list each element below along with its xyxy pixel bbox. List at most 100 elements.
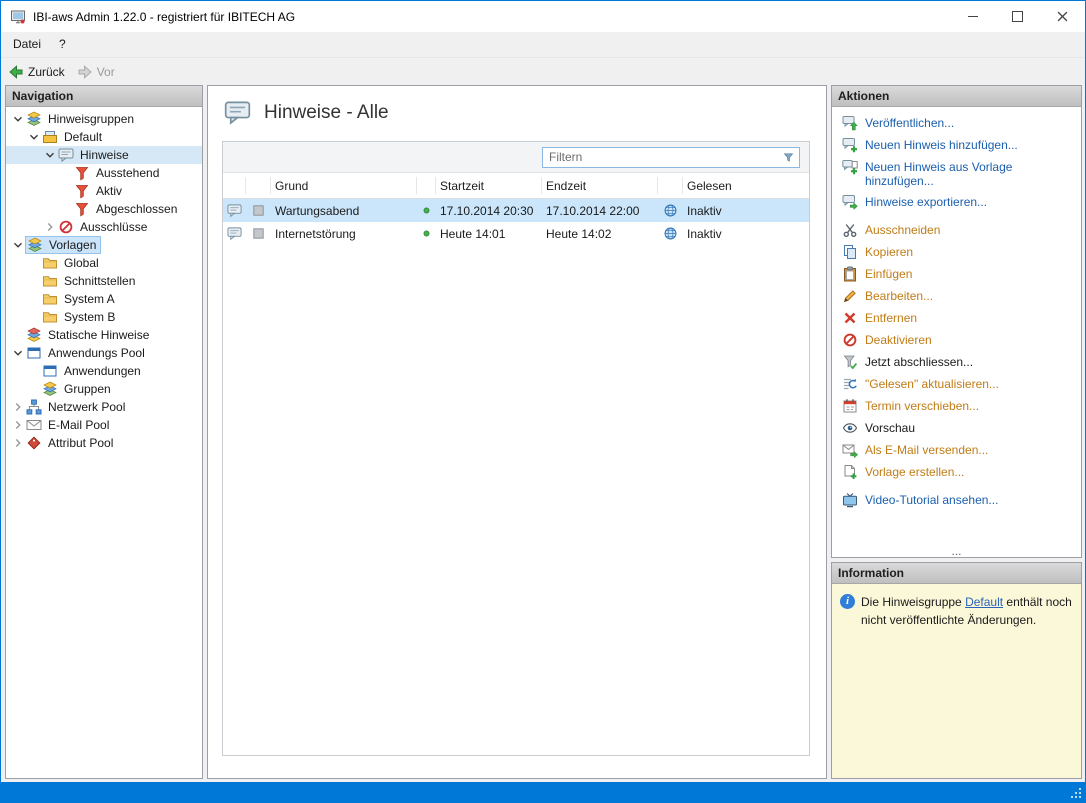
forward-button[interactable]: Vor: [77, 64, 115, 80]
table-row[interactable]: Internetstörung Heute 14:01 Heute 14:02 …: [223, 222, 809, 245]
layers-static-icon: [26, 327, 42, 343]
speech-bubble-icon: [223, 203, 246, 218]
column-header-grund[interactable]: Grund: [271, 177, 417, 194]
tree-item-abgeschlossen[interactable]: Abgeschlossen: [6, 200, 202, 218]
clipboard-icon: [842, 266, 858, 282]
default-group-link[interactable]: Default: [965, 595, 1003, 609]
column-header-startzeit[interactable]: Startzeit: [436, 177, 542, 194]
information-text: Die Hinweisgruppe Default enthält noch n…: [861, 593, 1073, 629]
filter-input[interactable]: [549, 150, 782, 164]
chevron-expanded-icon[interactable]: [10, 345, 26, 361]
minimize-button[interactable]: [950, 1, 995, 32]
action-label: Bearbeiten...: [865, 289, 934, 303]
chevron-expanded-icon[interactable]: [26, 129, 42, 145]
tree-item-aktiv[interactable]: Aktiv: [6, 182, 202, 200]
maximize-button[interactable]: [995, 1, 1040, 32]
column-header-type-icon[interactable]: [223, 177, 246, 194]
action-label: Deaktivieren: [865, 333, 932, 347]
back-button[interactable]: Zurück: [8, 64, 65, 80]
tree-item-vorlagen[interactable]: Vorlagen: [6, 236, 202, 254]
globe-sync-icon: [658, 226, 683, 241]
chevron-collapsed-icon[interactable]: [10, 435, 26, 451]
tree-item-anwendungs-pool[interactable]: Anwendungs Pool: [6, 344, 202, 362]
actions-overflow[interactable]: ...: [832, 545, 1081, 557]
tree-item-label: Netzwerk Pool: [48, 400, 126, 414]
tree-item-system-b[interactable]: System B: [6, 308, 202, 326]
tree-item-system-a[interactable]: System A: [6, 290, 202, 308]
action-als-email-versenden[interactable]: Als E-Mail versenden...: [842, 443, 1075, 458]
action-kopieren[interactable]: Kopieren: [842, 245, 1075, 260]
back-label: Zurück: [28, 64, 65, 79]
chevron-expanded-icon[interactable]: [42, 147, 58, 163]
menu-item-datei[interactable]: Datei: [4, 32, 50, 57]
refresh-icon: [842, 376, 858, 392]
filter-funnel-icon[interactable]: [782, 151, 795, 164]
column-header-endzeit[interactable]: Endzeit: [542, 177, 658, 194]
action-gelesen-aktualisieren[interactable]: "Gelesen" aktualisieren...: [842, 377, 1075, 392]
action-jetzt-abschliessen[interactable]: Jetzt abschliessen...: [842, 355, 1075, 370]
action-entfernen[interactable]: Entfernen: [842, 311, 1075, 326]
action-bearbeiten[interactable]: Bearbeiten...: [842, 289, 1075, 304]
menu-item-help[interactable]: ?: [50, 32, 75, 57]
tree-item-ausstehend[interactable]: Ausstehend: [6, 164, 202, 182]
action-video-tutorial[interactable]: Video-Tutorial ansehen...: [842, 493, 1075, 508]
actions-panel: Aktionen Veröffentlichen... Neuen Hinwei…: [831, 85, 1082, 558]
title-bar: IBI-aws Admin 1.22.0 - registriert für I…: [1, 1, 1085, 32]
tree-item-global[interactable]: Global: [6, 254, 202, 272]
resize-grip[interactable]: [1070, 787, 1082, 799]
action-termin-verschieben[interactable]: Termin verschieben...: [842, 399, 1075, 414]
chevron-collapsed-icon[interactable]: [42, 219, 58, 235]
tree-item-default[interactable]: Default: [6, 128, 202, 146]
tree-item-hinweisgruppen[interactable]: Hinweisgruppen: [6, 110, 202, 128]
tree-item-netzwerk-pool[interactable]: Netzwerk Pool: [6, 398, 202, 416]
tree-item-gruppen[interactable]: Gruppen: [6, 380, 202, 398]
action-vorschau[interactable]: Vorschau: [842, 421, 1075, 436]
column-header-gelesen[interactable]: Gelesen: [683, 177, 809, 194]
navigation-panel: Navigation Hinweisgruppen Default Hinwei…: [5, 85, 203, 779]
tree-item-label: System B: [64, 310, 116, 324]
chevron-collapsed-icon[interactable]: [10, 399, 26, 415]
speech-bubble-icon: [58, 147, 74, 163]
maximize-icon: [1012, 11, 1023, 22]
tree-item-schnittstellen[interactable]: Schnittstellen: [6, 272, 202, 290]
tree-item-ausschluesse[interactable]: Ausschlüsse: [6, 218, 202, 236]
table-header-row: Grund Startzeit Endzeit Gelesen: [223, 173, 809, 199]
action-hinweise-exportieren[interactable]: Hinweise exportieren...: [842, 195, 1075, 210]
column-header-status[interactable]: [417, 177, 436, 194]
action-deaktivieren[interactable]: Deaktivieren: [842, 333, 1075, 348]
funnel-icon: [74, 183, 90, 199]
chevron-expanded-icon[interactable]: [10, 111, 26, 127]
tree-item-label: Anwendungs Pool: [48, 346, 145, 360]
mail-send-icon: [842, 442, 858, 458]
tree-item-hinweise[interactable]: Hinweise: [6, 146, 202, 164]
table-row[interactable]: Wartungsabend 17.10.2014 20:30 17.10.201…: [223, 199, 809, 222]
tree-item-label: Hinweisgruppen: [48, 112, 135, 126]
column-header-gelesen-icon[interactable]: [658, 177, 683, 194]
close-button[interactable]: [1040, 1, 1085, 32]
tree-item-label: Global: [64, 256, 99, 270]
chevron-collapsed-icon[interactable]: [10, 417, 26, 433]
action-veroeffentlichen[interactable]: Veröffentlichen...: [842, 116, 1075, 131]
tree-item-email-pool[interactable]: E-Mail Pool: [6, 416, 202, 434]
action-neuer-hinweis[interactable]: Neuen Hinweis hinzufügen...: [842, 138, 1075, 153]
funnel-icon: [74, 165, 90, 181]
action-hinweis-aus-vorlage[interactable]: Neuen Hinweis aus Vorlage hinzufügen...: [842, 160, 1075, 188]
color-square-icon: [246, 226, 271, 241]
app-window-icon: [26, 345, 42, 361]
menu-bar: Datei ?: [1, 32, 1085, 57]
chevron-expanded-icon[interactable]: [10, 237, 26, 253]
tree-item-anwendungen[interactable]: Anwendungen: [6, 362, 202, 380]
finish-funnel-icon: [842, 354, 858, 370]
action-ausschneiden[interactable]: Ausschneiden: [842, 223, 1075, 238]
tree-item-label: Anwendungen: [64, 364, 141, 378]
information-text-before: Die Hinweisgruppe: [861, 595, 966, 609]
tree-item-attribut-pool[interactable]: Attribut Pool: [6, 434, 202, 452]
action-einfuegen[interactable]: Einfügen: [842, 267, 1075, 282]
action-vorlage-erstellen[interactable]: Vorlage erstellen...: [842, 465, 1075, 480]
tree-item-statische-hinweise[interactable]: Statische Hinweise: [6, 326, 202, 344]
bubble-export-icon: [842, 194, 858, 210]
funnel-icon: [74, 201, 90, 217]
action-label: Einfügen: [865, 267, 913, 281]
column-header-color[interactable]: [246, 177, 271, 194]
